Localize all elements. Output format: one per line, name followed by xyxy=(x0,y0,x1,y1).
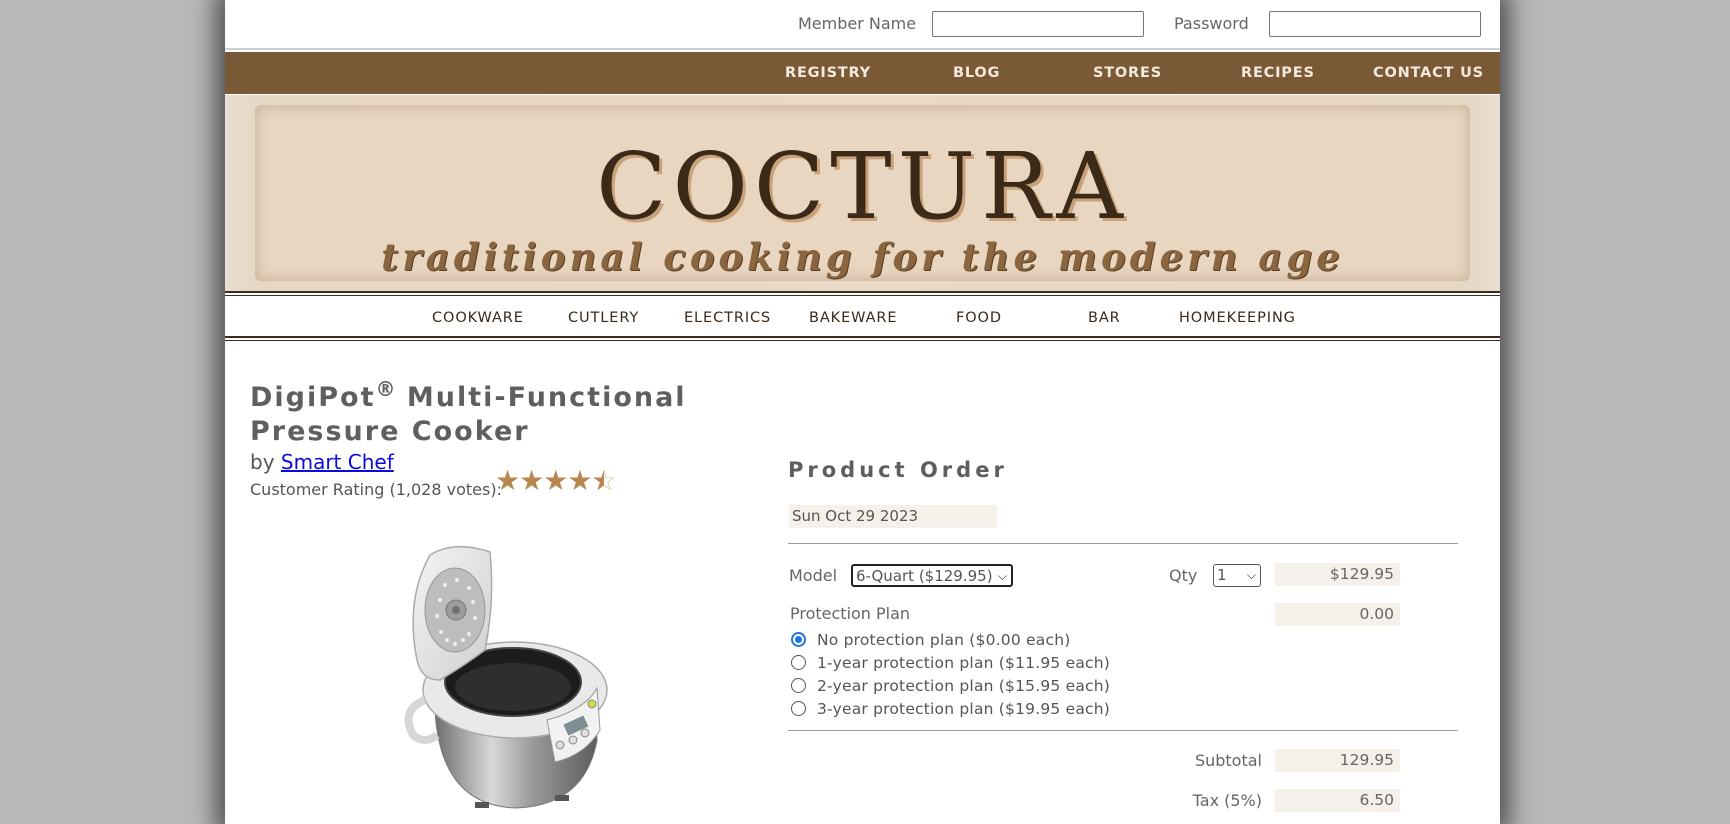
category-bar[interactable]: BAR xyxy=(1088,310,1121,326)
qty-label: Qty xyxy=(1169,566,1198,585)
subtotal-field: 129.95 xyxy=(1275,749,1400,772)
nav-recipes[interactable]: RECIPES xyxy=(1241,65,1315,81)
nav-registry[interactable]: REGISTRY xyxy=(785,65,871,81)
qty-selected-value: 1 xyxy=(1217,566,1227,584)
category-cookware[interactable]: COOKWARE xyxy=(432,310,524,326)
protection-amount-field: 0.00 xyxy=(1275,603,1400,626)
line-amount-field: $129.95 xyxy=(1275,563,1400,586)
chevron-down-icon: ⌵ xyxy=(1246,568,1256,582)
tax-label: Tax (5%) xyxy=(1192,791,1262,810)
product-byline: by Smart Chef xyxy=(250,450,394,474)
star-full-icon: ★ xyxy=(543,464,569,497)
member-name-input[interactable] xyxy=(932,11,1144,37)
category-food[interactable]: FOOD xyxy=(956,310,1002,326)
category-electrics[interactable]: ELECTRICS xyxy=(684,310,771,326)
page: Member Name Password REGISTRY BLOG STORE… xyxy=(225,0,1500,824)
model-selected-value: 6-Quart ($129.95) xyxy=(856,567,993,585)
registered-mark: ® xyxy=(375,377,396,401)
top-nav: REGISTRY BLOG STORES RECIPES CONTACT US xyxy=(225,52,1500,94)
login-divider xyxy=(225,48,1500,50)
radio-2-year[interactable] xyxy=(791,678,806,693)
protection-option-label: No protection plan ($0.00 each) xyxy=(817,631,1071,649)
protection-plan-label: Protection Plan xyxy=(790,604,911,623)
site-tagline: traditional cooking for the modern age xyxy=(381,235,1344,279)
nav-contact-us[interactable]: CONTACT US xyxy=(1373,65,1484,81)
chevron-down-icon: ⌵ xyxy=(997,569,1007,583)
protection-option-label: 1-year protection plan ($11.95 each) xyxy=(817,654,1111,672)
protection-option-label: 2-year protection plan ($15.95 each) xyxy=(817,677,1111,695)
star-full-icon: ★ xyxy=(567,464,593,497)
member-name-label: Member Name xyxy=(798,14,917,33)
tax-field: 6.50 xyxy=(1275,789,1400,812)
radio-3-year[interactable] xyxy=(791,701,806,716)
order-divider-bottom xyxy=(788,730,1458,731)
brand-link[interactable]: Smart Chef xyxy=(281,450,394,474)
product-title: DigiPot® Multi-Functional Pressure Cooke… xyxy=(250,372,750,449)
subtotal-label: Subtotal xyxy=(1194,751,1262,770)
site-logo: COCTURA xyxy=(596,133,1129,240)
model-label: Model xyxy=(789,566,838,585)
category-cutlery[interactable]: CUTLERY xyxy=(568,310,639,326)
category-bakeware[interactable]: BAKEWARE xyxy=(809,310,897,326)
by-label: by xyxy=(250,450,281,474)
category-nav: COOKWARE CUTLERY ELECTRICS BAKEWARE FOOD… xyxy=(225,296,1500,338)
category-homekeeping[interactable]: HOMEKEEPING xyxy=(1179,310,1296,326)
radio-1-year[interactable] xyxy=(791,655,806,670)
qty-select[interactable]: 1 ⌵ xyxy=(1213,564,1261,587)
order-date-field: Sun Oct 29 2023 xyxy=(789,505,997,528)
radio-none[interactable] xyxy=(791,632,806,647)
password-label: Password xyxy=(1174,14,1249,33)
login-bar: Member Name Password xyxy=(225,0,1500,48)
category-border xyxy=(225,336,1500,338)
protection-option-label: 3-year protection plan ($19.95 each) xyxy=(817,700,1111,718)
product-image xyxy=(404,545,608,809)
password-input[interactable] xyxy=(1269,11,1481,37)
site-banner[interactable]: COCTURA traditional cooking for the mode… xyxy=(225,95,1500,291)
order-divider-top xyxy=(788,543,1458,544)
product-order-heading: Product Order xyxy=(788,458,1008,482)
model-select[interactable]: 6-Quart ($129.95) ⌵ xyxy=(851,564,1013,587)
nav-blog[interactable]: BLOG xyxy=(953,65,1000,81)
nav-stores[interactable]: STORES xyxy=(1093,65,1162,81)
star-full-icon: ★ xyxy=(519,464,545,497)
rating-stars: ★★★★☆ ★ xyxy=(495,466,617,496)
customer-rating-label: Customer Rating (1,028 votes): xyxy=(250,480,502,499)
star-half-icon: ☆ ★ xyxy=(591,464,617,497)
banner-border xyxy=(225,291,1500,293)
product-title-name: DigiPot xyxy=(250,382,376,413)
star-full-icon: ★ xyxy=(495,464,521,497)
category-border-thin xyxy=(225,340,1500,341)
